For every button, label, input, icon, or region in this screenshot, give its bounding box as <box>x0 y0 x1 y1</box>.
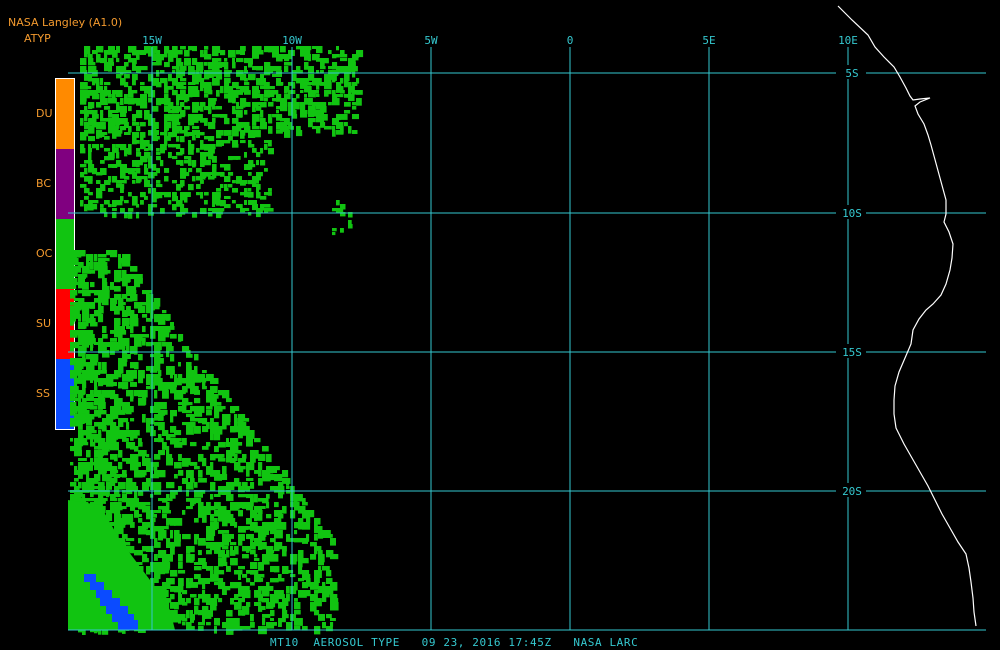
latitude-label: 20S <box>842 485 862 498</box>
product-footer: MT10 AEROSOL TYPE 09 23, 2016 17:45Z NAS… <box>270 636 639 649</box>
longitude-label: 10W <box>282 34 302 47</box>
longitude-label: 5E <box>702 34 715 47</box>
latitude-label: 10S <box>842 207 862 220</box>
aerosol-coverage-layer <box>68 46 364 635</box>
oc-coverage-isolated-patch <box>332 200 353 236</box>
latitude-label: 5S <box>845 67 858 80</box>
oc-coverage-upper-block <box>80 46 364 138</box>
longitude-label: 5W <box>424 34 438 47</box>
longitude-label: 0 <box>567 34 574 47</box>
longitude-label: 10E <box>838 34 858 47</box>
oc-coverage-upper-tail <box>80 132 274 219</box>
aerosol-type-map-viewer: NASA Langley (A1.0) ATYP DU BC OC SU SS … <box>0 0 1000 650</box>
latitude-label: 15S <box>842 346 862 359</box>
coastline <box>837 5 977 627</box>
coordinate-labels: 15W 10W 5W 0 5E 10E 5S 10S 15S 20S <box>142 34 866 498</box>
map-canvas: 15W 10W 5W 0 5E 10E 5S 10S 15S 20S <box>68 5 986 635</box>
longitude-label: 15W <box>142 34 162 47</box>
